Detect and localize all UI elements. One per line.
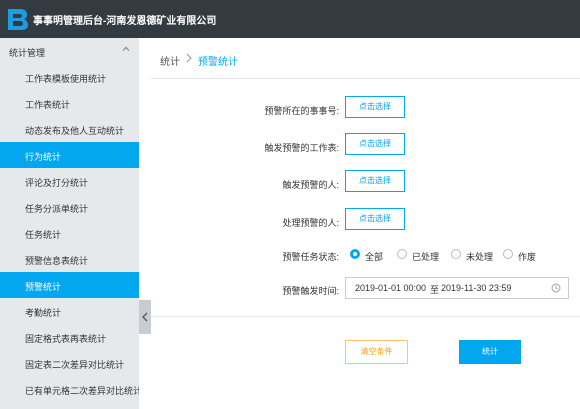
affair-label: 预警所在的事事号: xyxy=(264,106,339,116)
chevron-right-icon xyxy=(186,53,192,63)
top-bar: 事事明管理后台-河南发恩德矿业有限公司 xyxy=(0,0,580,38)
sidebar-item-task[interactable]: 任务统计 xyxy=(0,220,139,246)
sidebar-item-label: 工作表统计 xyxy=(25,100,71,110)
app-title: 事事明管理后台-河南发恩德矿业有限公司 xyxy=(33,16,217,27)
chevron-up-icon xyxy=(122,46,130,51)
breadcrumb-root[interactable]: 统计 xyxy=(160,53,180,68)
sidebar-item-label: 动态发布及他人互动统计 xyxy=(25,126,125,136)
radio-label: 全部 xyxy=(365,252,384,262)
sidebar-item-label: 固定表二次差异对比统计 xyxy=(25,360,125,370)
app-logo-icon xyxy=(8,9,28,30)
sheet-label: 触发预警的工作表: xyxy=(264,143,339,153)
sidebar-item-label: 已有单元格二次差异对比统计 xyxy=(25,386,139,396)
date-range-separator: 至 xyxy=(430,285,440,295)
sidebar-item-fixed-format[interactable]: 固定格式表再表统计 xyxy=(0,324,139,350)
sidebar-item-label: 行为统计 xyxy=(25,152,62,162)
radio-label: 未处理 xyxy=(466,252,494,262)
sheet-select-button[interactable]: 点击选择 xyxy=(345,133,405,155)
date-start-value: 2019-01-01 00:00 xyxy=(355,283,427,293)
sidebar-item-attendance[interactable]: 考勤统计 xyxy=(0,298,139,324)
handler-select-button[interactable]: 点击选择 xyxy=(345,208,405,230)
sidebar-collapse-handle[interactable] xyxy=(139,300,151,334)
trigger-person-select-button[interactable]: 点击选择 xyxy=(345,170,405,192)
sidebar-item-behavior[interactable]: 行为统计 xyxy=(0,142,139,168)
status-label: 预警任务状态: xyxy=(282,252,339,262)
sidebar-item-label: 预警统计 xyxy=(25,282,62,292)
divider xyxy=(151,316,580,317)
radio-checked-icon xyxy=(350,249,360,259)
sidebar-item-fixed-diff[interactable]: 固定表二次差异对比统计 xyxy=(0,350,139,376)
time-label: 预警触发时间: xyxy=(282,286,339,296)
statistics-button[interactable]: 统计 xyxy=(459,340,521,364)
sidebar-item-cell-diff[interactable]: 已有单元格二次差异对比统计 xyxy=(0,376,139,402)
clock-icon[interactable] xyxy=(551,283,561,293)
sidebar-item-task-dispatch[interactable]: 任务分派单统计 xyxy=(0,194,139,220)
sidebar-item-label: 任务分派单统计 xyxy=(25,204,89,214)
chevron-left-icon xyxy=(142,312,148,322)
breadcrumb-current: 预警统计 xyxy=(198,57,238,68)
sidebar-item-comment-score[interactable]: 评论及打分统计 xyxy=(0,168,139,194)
sidebar-item-label: 评论及打分统计 xyxy=(25,178,89,188)
radio-unchecked-icon xyxy=(503,249,513,259)
radio-label: 作废 xyxy=(518,252,537,262)
radio-unchecked-icon xyxy=(397,249,407,259)
clear-conditions-button[interactable]: 清空条件 xyxy=(345,340,408,364)
sidebar-group-stats[interactable]: 统计管理 xyxy=(0,38,139,64)
sidebar-item-label: 预警信息表统计 xyxy=(25,256,89,266)
sidebar-item-label: 固定格式表再表统计 xyxy=(25,334,107,344)
date-end-value: 2019-11-30 23:59 xyxy=(441,283,512,293)
sidebar-group-label: 统计管理 xyxy=(9,48,46,58)
sidebar-item-post-interaction[interactable]: 动态发布及他人互动统计 xyxy=(0,116,139,142)
sidebar-item-label: 考勤统计 xyxy=(25,308,62,318)
affair-select-button[interactable]: 点击选择 xyxy=(345,96,405,118)
sidebar-item-worksheet[interactable]: 工作表统计 xyxy=(0,90,139,116)
trigger-person-label: 触发预警的人: xyxy=(282,180,339,190)
sidebar-item-alert-stats[interactable]: 预警统计 xyxy=(0,272,139,298)
sidebar-item-alert-info[interactable]: 预警信息表统计 xyxy=(0,246,139,272)
sidebar-item-label: 任务统计 xyxy=(25,230,62,240)
sidebar-item-label: 工作表模板使用统计 xyxy=(25,74,107,84)
date-range-input[interactable]: 2019-01-01 00:00 至 2019-11-30 23:59 xyxy=(345,277,569,299)
radio-unchecked-icon xyxy=(451,249,461,259)
sidebar-item-template-usage[interactable]: 工作表模板使用统计 xyxy=(0,64,139,90)
handler-label: 处理预警的人: xyxy=(282,218,339,228)
sidebar: 统计管理 工作表模板使用统计 工作表统计 动态发布及他人互动统计 行为统计 评论… xyxy=(0,38,139,409)
radio-label: 已处理 xyxy=(412,252,440,262)
breadcrumb: 统计 预警统计 xyxy=(151,38,580,79)
main-content: 统计 预警统计 预警所在的事事号: 点击选择 触发预警的工作表: 点击选择 触发… xyxy=(151,38,580,409)
